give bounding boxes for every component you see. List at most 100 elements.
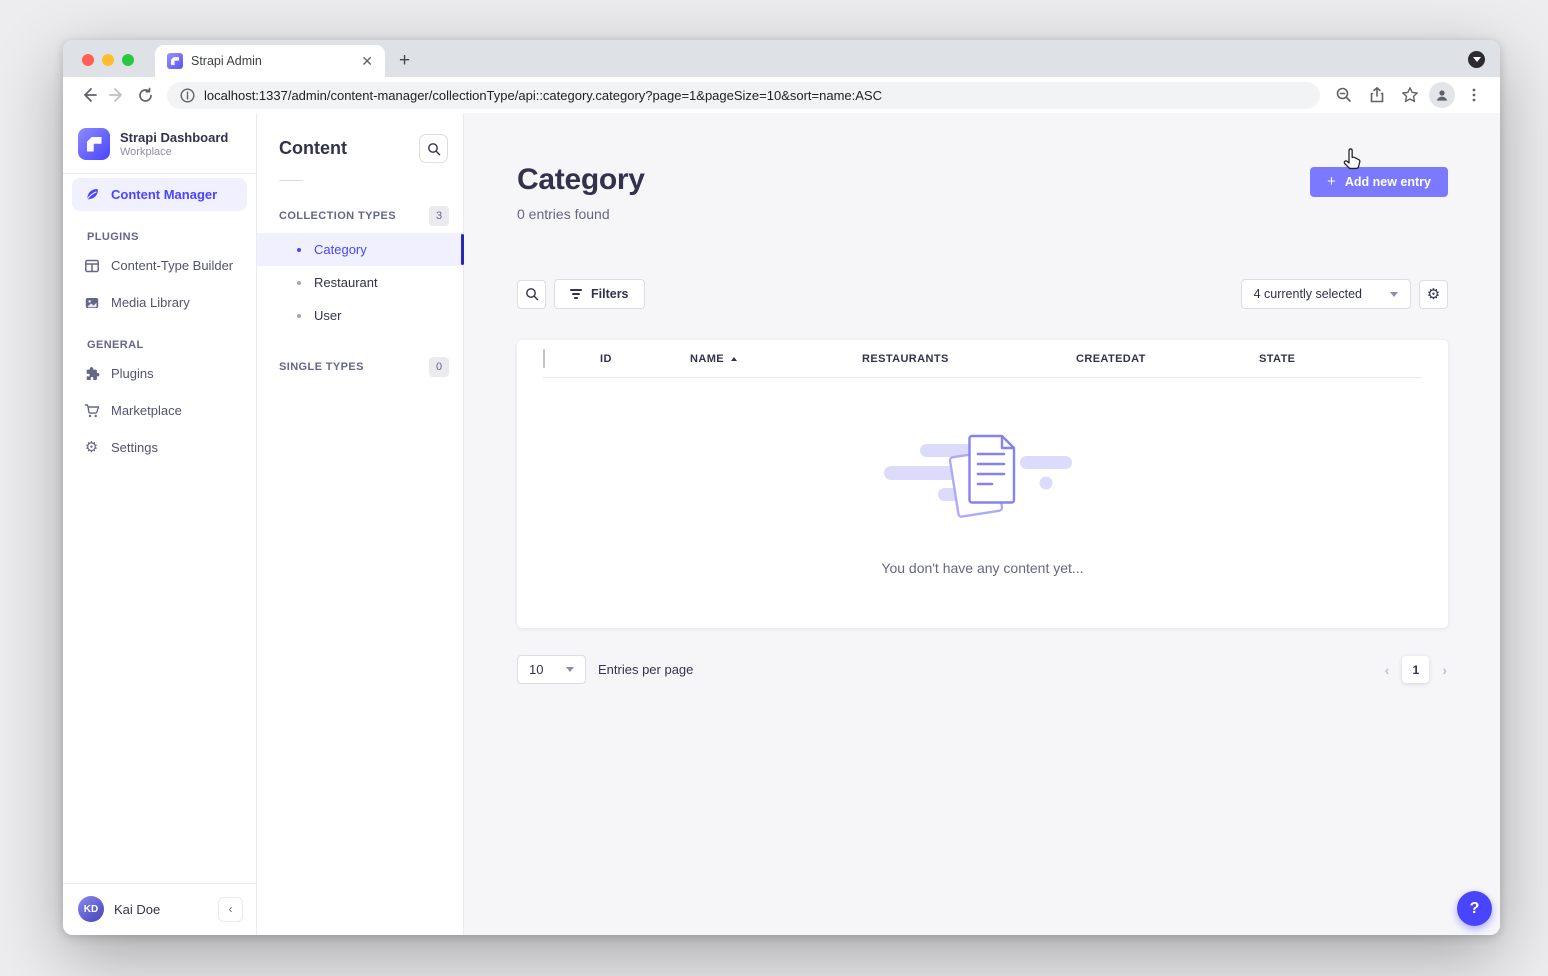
strapi-favicon-icon — [167, 53, 183, 69]
page-title: Category — [517, 163, 645, 197]
zoom-out-icon[interactable] — [1330, 81, 1358, 109]
add-new-entry-label: Add new entry — [1345, 175, 1431, 189]
bullet-icon — [297, 314, 301, 318]
forward-button[interactable] — [103, 81, 131, 109]
panel-item-category[interactable]: Category — [257, 233, 463, 266]
column-header-createdat[interactable]: CREATEDAT — [1076, 353, 1259, 365]
table-search-button[interactable] — [517, 280, 546, 309]
search-icon — [427, 142, 441, 156]
sidebar-section-plugins: PLUGINS — [87, 231, 256, 243]
empty-state: You don't have any content yet... — [517, 378, 1448, 628]
minimize-window-button[interactable] — [102, 54, 114, 66]
page-info-icon[interactable] — [180, 88, 195, 103]
sidebar-item-label: Plugins — [111, 366, 154, 381]
browser-menu-icon[interactable] — [1460, 81, 1488, 109]
cart-icon — [83, 403, 100, 419]
url-bar[interactable]: localhost:1337/admin/content-manager/col… — [167, 82, 1320, 109]
single-types-count-badge: 0 — [429, 357, 449, 377]
filters-label: Filters — [591, 287, 629, 301]
help-button[interactable]: ? — [1457, 891, 1492, 926]
panel-item-label: Category — [314, 242, 367, 257]
previous-page-icon[interactable]: ‹ — [1385, 663, 1390, 677]
browser-profile-avatar[interactable] — [1429, 82, 1455, 108]
plus-icon: + — [1327, 174, 1336, 189]
panel-item-user[interactable]: User — [257, 299, 463, 332]
toolbar-actions — [1330, 81, 1488, 109]
search-icon — [525, 287, 539, 301]
workspace-subtitle: Workplace — [120, 146, 228, 158]
pagination-row: 10 Entries per page ‹ 1 › — [517, 655, 1448, 684]
close-window-button[interactable] — [82, 54, 94, 66]
sidebar-item-settings[interactable]: ⚙ Settings — [72, 431, 247, 464]
back-button[interactable] — [75, 81, 103, 109]
column-header-restaurants[interactable]: RESTAURANTS — [862, 353, 1076, 365]
zoom-window-button[interactable] — [122, 54, 134, 66]
browser-window: Strapi Admin ✕ + localhost:1337/admin/co… — [63, 40, 1500, 935]
sidebar-item-media-library[interactable]: Media Library — [72, 286, 247, 319]
entries-found-label: 0 entries found — [517, 206, 645, 222]
current-page-button[interactable]: 1 — [1402, 656, 1429, 683]
next-page-icon[interactable]: › — [1442, 663, 1447, 677]
filters-button[interactable]: Filters — [554, 279, 645, 309]
user-avatar[interactable]: KD — [78, 896, 104, 922]
entries-per-page-label: Entries per page — [598, 662, 693, 677]
content-type-builder-icon — [83, 258, 100, 274]
share-icon[interactable] — [1363, 81, 1391, 109]
page-size-dropdown[interactable]: 10 — [517, 655, 586, 684]
select-all-checkbox[interactable] — [543, 349, 545, 368]
sidebar-item-marketplace[interactable]: Marketplace — [72, 394, 247, 427]
column-header-name[interactable]: NAME — [690, 353, 862, 365]
panel-divider — [279, 180, 303, 181]
traffic-lights — [82, 54, 134, 66]
panel-item-restaurant[interactable]: Restaurant — [257, 266, 463, 299]
column-header-id[interactable]: ID — [600, 353, 690, 365]
list-controls: Filters 4 currently selected ⚙ — [517, 279, 1448, 309]
add-new-entry-button[interactable]: + Add new entry — [1310, 167, 1448, 197]
panel-search-button[interactable] — [419, 134, 448, 163]
sidebar-item-label: Content-Type Builder — [111, 258, 233, 273]
sidebar-item-plugins[interactable]: Plugins — [72, 357, 247, 390]
table-settings-button[interactable]: ⚙ — [1419, 280, 1448, 309]
sort-ascending-icon — [731, 357, 737, 361]
gear-icon: ⚙ — [83, 440, 100, 455]
strapi-app: Strapi Dashboard Workplace Content Manag… — [63, 113, 1500, 935]
collapse-sidebar-button[interactable]: ‹ — [218, 897, 243, 922]
page-size-value: 10 — [529, 662, 543, 677]
table-header-row: ID NAME RESTAURANTS CREATEDAT STATE — [517, 340, 1448, 377]
collection-types-label: COLLECTION TYPES — [279, 210, 396, 222]
empty-message: You don't have any content yet... — [881, 560, 1083, 576]
bullet-icon — [297, 248, 301, 252]
columns-selected-dropdown[interactable]: 4 currently selected — [1241, 279, 1411, 309]
panel-item-label: Restaurant — [314, 275, 378, 290]
single-types-header: SINGLE TYPES 0 — [279, 357, 449, 377]
sidebar-user-row: KD Kai Doe ‹ — [63, 883, 256, 935]
url-text[interactable]: localhost:1337/admin/content-manager/col… — [204, 88, 882, 103]
bookmark-star-icon[interactable] — [1396, 81, 1424, 109]
user-name: Kai Doe — [114, 902, 160, 917]
single-types-label: SINGLE TYPES — [279, 361, 364, 373]
tab-close-icon[interactable]: ✕ — [359, 52, 375, 70]
sidebar-item-content-type-builder[interactable]: Content-Type Builder — [72, 249, 247, 282]
sidebar-item-content-manager[interactable]: Content Manager — [72, 178, 247, 211]
screen-indicator-icon[interactable] — [1468, 51, 1485, 68]
browser-toolbar: localhost:1337/admin/content-manager/col… — [63, 77, 1500, 113]
media-library-icon — [83, 295, 100, 311]
sidebar-item-label: Content Manager — [111, 187, 217, 202]
column-header-state[interactable]: STATE — [1259, 353, 1448, 365]
workspace-brand[interactable]: Strapi Dashboard Workplace — [63, 113, 256, 173]
panel-title: Content — [279, 138, 347, 159]
columns-selected-value: 4 currently selected — [1254, 287, 1362, 301]
tab-title: Strapi Admin — [191, 54, 351, 68]
reload-button[interactable] — [131, 81, 159, 109]
sidebar-item-label: Marketplace — [111, 403, 182, 418]
browser-tab-strip: Strapi Admin ✕ + — [63, 40, 1500, 77]
gear-icon: ⚙ — [1427, 287, 1440, 302]
browser-tab[interactable]: Strapi Admin ✕ — [155, 45, 385, 77]
new-tab-button[interactable]: + — [399, 51, 410, 70]
sidebar-item-label: Settings — [111, 440, 158, 455]
main-sidebar: Strapi Dashboard Workplace Content Manag… — [63, 113, 257, 935]
entries-table: ID NAME RESTAURANTS CREATEDAT STATE — [517, 340, 1448, 628]
sidebar-divider — [63, 173, 256, 174]
panel-item-label: User — [314, 308, 341, 323]
main-content: Category 0 entries found + Add new entry… — [464, 113, 1500, 935]
